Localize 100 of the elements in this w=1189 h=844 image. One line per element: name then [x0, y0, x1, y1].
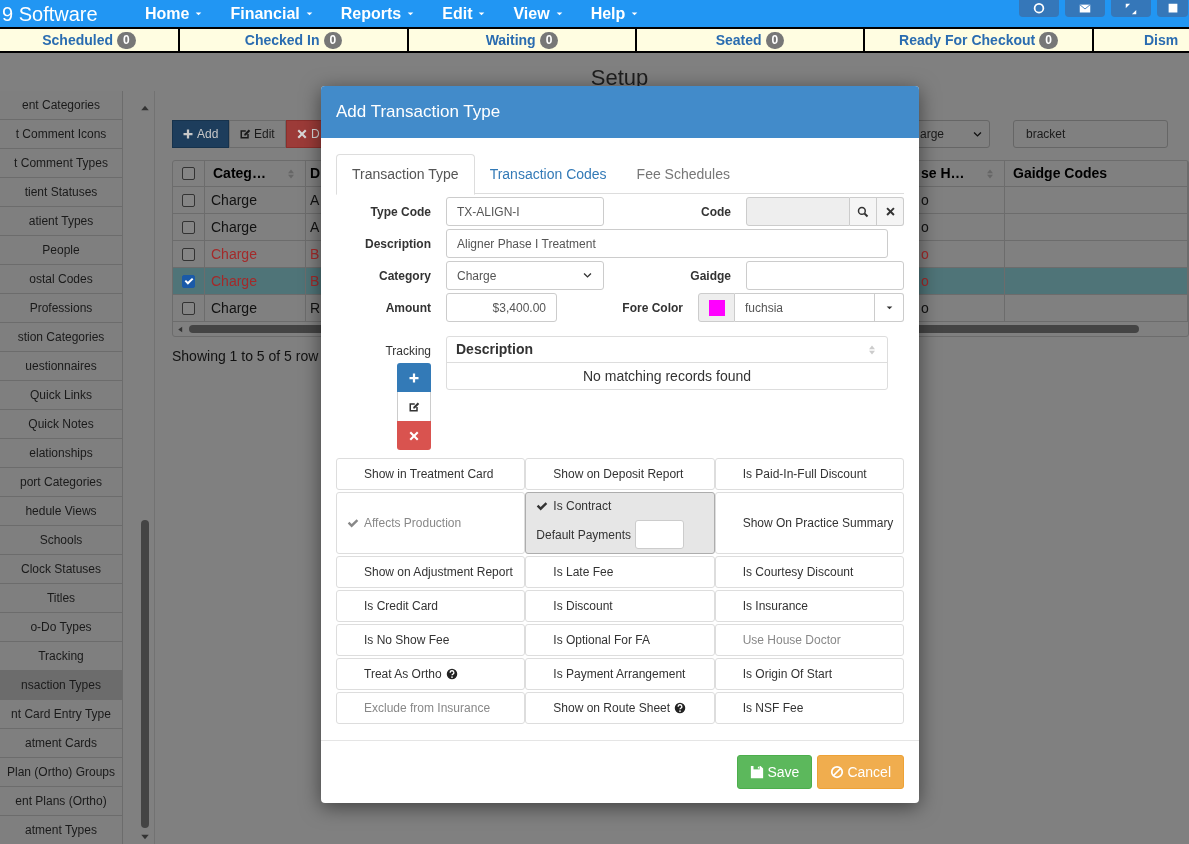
search-field[interactable]: bracket: [1013, 120, 1168, 148]
nav-menu[interactable]: Edit: [442, 5, 487, 22]
column-header[interactable]: Description: [456, 339, 533, 360]
option-toggle[interactable]: Is NSF Fee: [714, 692, 904, 724]
option-label: Is No Show Fee: [364, 632, 450, 649]
nav-menu[interactable]: Reports: [340, 5, 416, 22]
default-payments-field[interactable]: [635, 520, 685, 549]
close-icon: [296, 128, 308, 140]
tab[interactable]: Transaction Codes: [474, 154, 622, 195]
field-label: Code: [700, 203, 731, 221]
option-toggle[interactable]: Show on Route Sheet: [525, 692, 715, 724]
status-tab[interactable]: Seated 0: [637, 29, 865, 51]
option-label: Treat As Ortho: [364, 666, 442, 683]
option-toggle[interactable]: Is Late Fee: [525, 556, 715, 588]
column-header[interactable]: Gaidge Codes: [1013, 163, 1108, 184]
amount-field[interactable]: $3,400.00: [446, 293, 557, 322]
option-label: Show on Deposit Report: [553, 466, 684, 483]
table-cell-text: o: [921, 298, 929, 318]
option-toggle[interactable]: Is Contract Default Payments: [525, 492, 715, 554]
column-header[interactable]: se H…: [921, 163, 965, 184]
table-cell-text: R: [310, 298, 321, 318]
gaidge-field[interactable]: [746, 261, 904, 290]
tab[interactable]: Transaction Type: [336, 154, 475, 195]
option-toggle[interactable]: Show on Deposit Report: [525, 458, 715, 490]
nav-menu[interactable]: Financial: [230, 5, 314, 22]
caret-icon: [884, 303, 894, 312]
option-label: Show on Adjustment Report: [364, 564, 513, 581]
field-label: Type Code: [369, 203, 431, 221]
field-label: Amount: [384, 299, 431, 317]
option-toggle[interactable]: Is Credit Card: [336, 590, 526, 622]
description-field[interactable]: Aligner Phase I Treatment: [446, 229, 888, 258]
option-toggle[interactable]: Show On Practice Summary: [714, 492, 904, 554]
type-code-field[interactable]: TX-ALIGN-I: [446, 197, 604, 226]
count-badge: 0: [117, 31, 136, 49]
expand-icon: [1124, 1, 1138, 16]
toolbar-button[interactable]: [1019, 0, 1059, 17]
option-toggle[interactable]: Show in Treatment Card: [336, 458, 526, 490]
checkbox[interactable]: [182, 220, 195, 234]
option-label: Is Insurance: [742, 598, 809, 615]
table-cell-text: A: [310, 217, 320, 237]
edit-button[interactable]: Edit: [229, 120, 286, 148]
status-tab[interactable]: Scheduled 0: [0, 29, 180, 51]
toolbar-button[interactable]: [1111, 0, 1151, 17]
search-button[interactable]: [850, 197, 877, 226]
option-label: Use House Doctor: [742, 632, 841, 649]
scrollbar-thumb[interactable]: [141, 520, 149, 828]
option-toggle[interactable]: Is Discount: [525, 590, 715, 622]
category-select[interactable]: Charge: [446, 261, 604, 290]
scroll-left-icon: [176, 324, 185, 334]
column-header[interactable]: Categ…: [213, 163, 266, 184]
table-cell-text: o: [921, 190, 929, 210]
option-toggle[interactable]: Is Optional For FA: [525, 624, 715, 656]
option-toggle[interactable]: Show on Adjustment Report: [336, 556, 526, 588]
ban-icon: [830, 765, 845, 779]
option-label: Is Optional For FA: [553, 632, 651, 649]
check-icon: [536, 500, 549, 512]
plus-icon: [408, 371, 420, 384]
checkbox[interactable]: [182, 247, 195, 261]
field-label: Description: [364, 235, 431, 253]
option-toggle[interactable]: Is Paid-In-Full Discount: [714, 458, 904, 490]
column-header[interactable]: D: [310, 163, 321, 184]
nav-menu[interactable]: Home: [145, 5, 204, 22]
caret-icon: [630, 9, 640, 18]
status-tab[interactable]: Checked In 0: [180, 29, 409, 51]
status-tab[interactable]: Waiting 0: [409, 29, 637, 51]
color-field[interactable]: fuchsia: [735, 293, 875, 322]
option-toggle[interactable]: Is Origin Of Start: [714, 658, 904, 690]
page-title: Setup: [590, 67, 649, 91]
edit-button[interactable]: [397, 392, 431, 421]
toolbar-button[interactable]: [1065, 0, 1105, 17]
option-label: Is Late Fee: [553, 564, 614, 581]
nav-menu[interactable]: View: [513, 5, 564, 22]
checkbox[interactable]: [182, 193, 195, 207]
search-icon: [857, 205, 869, 218]
status-tab[interactable]: Dism: [1094, 29, 1189, 51]
option-toggle[interactable]: Treat As Ortho: [336, 658, 526, 690]
sidebar-item[interactable]: nsaction Types: [0, 671, 122, 700]
check-icon: [183, 276, 194, 286]
add-button[interactable]: Add: [172, 120, 229, 148]
status-tab[interactable]: Ready For Checkout 0: [865, 29, 1094, 51]
option-toggle[interactable]: Is Insurance: [714, 590, 904, 622]
checkbox[interactable]: [182, 274, 195, 288]
option-toggle[interactable]: Is Courtesy Discount: [714, 556, 904, 588]
checkbox[interactable]: [182, 301, 195, 315]
checkbox[interactable]: [182, 167, 195, 180]
table-cell-text: Charge: [211, 244, 257, 264]
option-label: Exclude from Insurance: [364, 700, 491, 717]
option-label: Is NSF Fee: [742, 700, 804, 717]
edit-icon: [239, 128, 251, 140]
clear-button[interactable]: [877, 197, 904, 226]
nav-menu[interactable]: Help: [590, 5, 640, 22]
count-badge: 0: [323, 31, 343, 49]
toolbar-button[interactable]: [1157, 0, 1188, 17]
add-button[interactable]: [397, 363, 431, 392]
table-cell-text: B: [310, 244, 320, 264]
option-toggle[interactable]: Is No Show Fee: [336, 624, 526, 656]
save-button[interactable]: Save: [737, 755, 813, 789]
table-cell-text: o: [921, 271, 929, 291]
option-toggle[interactable]: Is Payment Arrangement: [525, 658, 715, 690]
option-label: Is Payment Arrangement: [553, 666, 686, 683]
